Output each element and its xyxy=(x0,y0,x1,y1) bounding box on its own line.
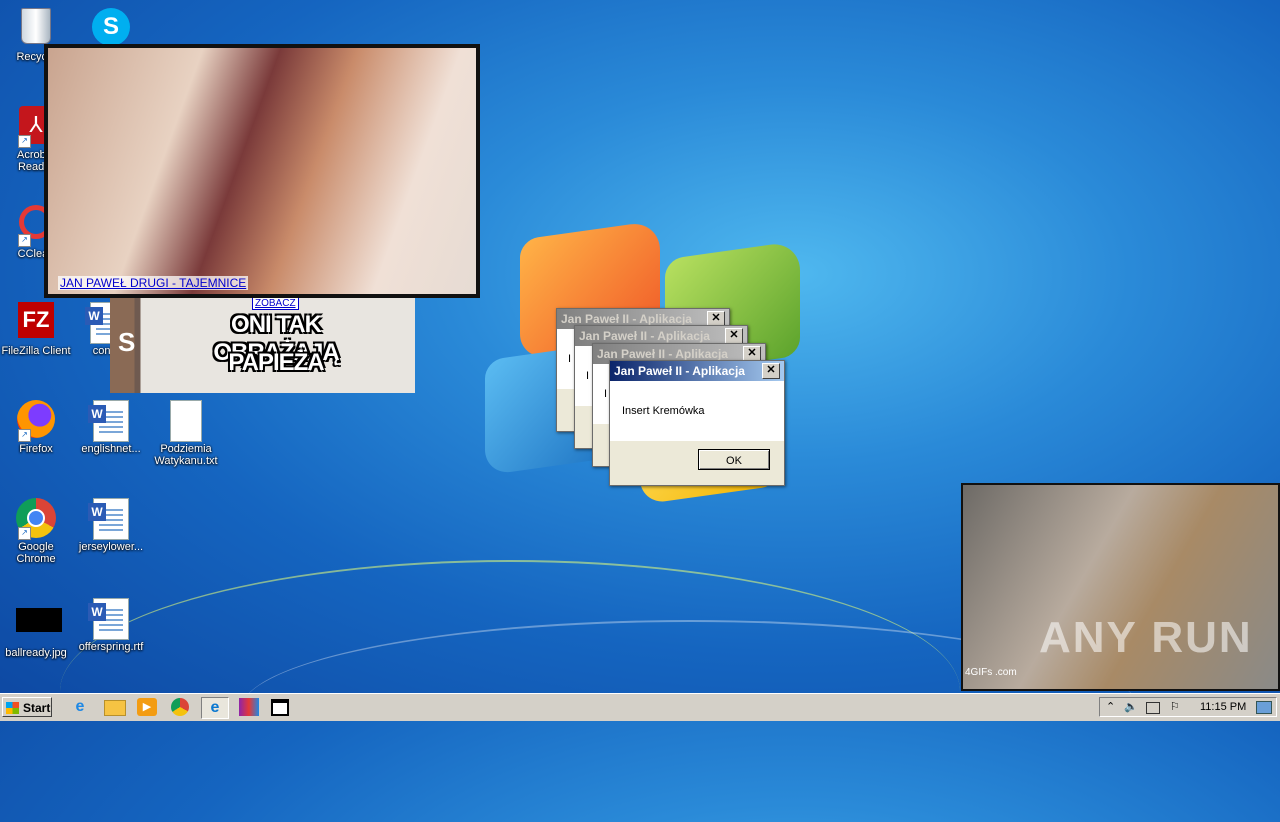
dialog-message: I xyxy=(568,353,572,365)
shortcut-arrow-icon: ↗ xyxy=(18,135,31,148)
shortcut-arrow-icon: ↗ xyxy=(18,429,31,442)
desktop-icon-label: englishnet... xyxy=(81,443,141,455)
desktop-icon-ballready[interactable]: ballready.jpg xyxy=(0,600,72,659)
popup-photo-window[interactable]: JAN PAWEŁ DRUGI - TAJEMNICE xyxy=(44,44,480,298)
desktop-icon-label: FileZilla Client xyxy=(1,345,71,357)
dialog-titlebar[interactable]: Jan Paweł II - Aplikacja ✕ xyxy=(610,361,784,381)
desktop-icon-filezilla[interactable]: FZ FileZilla Client xyxy=(0,302,72,357)
desktop-icon-chrome[interactable]: ↗ Google Chrome xyxy=(0,498,72,565)
desktop-icon-label: Google Chrome xyxy=(16,541,56,565)
anyrun-watermark: ANY RUN xyxy=(1039,613,1253,662)
show-desktop-icon[interactable] xyxy=(1256,701,1272,714)
dialog-message: Insert Kremówka xyxy=(622,405,705,417)
dialog-title: Jan Paweł II - Aplikacja xyxy=(614,364,745,378)
dialog-message: I xyxy=(586,370,590,382)
ie-icon[interactable]: e xyxy=(70,698,90,716)
start-label: Start xyxy=(23,701,51,715)
dialog-title: Jan Paweł II - Aplikacja xyxy=(579,329,710,343)
image-file-icon xyxy=(16,608,62,644)
popup-meme-caption-line2: PAPIEŻA xyxy=(228,349,324,376)
dialog-title: Jan Paweł II - Aplikacja xyxy=(561,312,692,326)
media-player-icon[interactable]: ▶ xyxy=(137,698,157,716)
desktop-icon-offerspring[interactable]: W offerspring.rtf xyxy=(75,598,147,653)
popup-meme-window[interactable]: S ONI TAK OBRAŻAJĄ PAPIEŻA ZOBACZ xyxy=(110,297,415,393)
chrome-taskbar-icon[interactable] xyxy=(171,698,189,716)
windows-flag-icon xyxy=(6,702,19,714)
ok-button[interactable]: OK xyxy=(698,449,770,470)
word-document-icon: W xyxy=(88,598,131,640)
edge-icon[interactable]: e xyxy=(201,697,229,719)
word-document-icon: W xyxy=(88,498,131,540)
filezilla-icon: FZ xyxy=(16,302,56,342)
recycle-bin-icon xyxy=(16,8,56,48)
start-button[interactable]: Start xyxy=(2,697,52,717)
network-icon[interactable] xyxy=(1146,702,1160,714)
desktop-icon-label: Podziemia Watykanu.txt xyxy=(154,443,218,467)
action-center-flag-icon[interactable]: ⚐ xyxy=(1170,700,1180,713)
popup-gif-window[interactable]: ANY RUN 4GIFs .com xyxy=(961,483,1280,691)
desktop-icon-englishnet[interactable]: W englishnet... xyxy=(75,400,147,455)
word-document-icon: W xyxy=(88,400,131,442)
firefox-icon: ↗ xyxy=(16,400,56,442)
popup-photo-caption-link[interactable]: JAN PAWEŁ DRUGI - TAJEMNICE xyxy=(58,276,249,290)
close-icon[interactable]: ✕ xyxy=(725,328,743,344)
window-app-icon[interactable] xyxy=(271,699,289,716)
chrome-icon: ↗ xyxy=(16,498,56,540)
desktop-icon-jerseylower[interactable]: W jerseylower... xyxy=(75,498,147,553)
shortcut-arrow-icon: ↗ xyxy=(18,234,31,247)
popup-side-text: S xyxy=(118,327,136,357)
skype-icon: S xyxy=(91,8,131,48)
dialog-title: Jan Paweł II - Aplikacja xyxy=(597,347,728,361)
desktop-icon-label: jerseylower... xyxy=(78,541,144,553)
dialog-message: I xyxy=(604,388,608,400)
message-dialog-active[interactable]: Jan Paweł II - Aplikacja ✕ Insert Kremów… xyxy=(609,360,785,486)
dialog-body: Insert Kremówka xyxy=(610,381,784,441)
popup-photo xyxy=(48,48,476,294)
text-file-icon xyxy=(166,400,206,442)
taskbar: Start e ▶ e ⌃ 🔈 ⚐ 11:15 PM xyxy=(0,693,1280,721)
zobacz-link[interactable]: ZOBACZ xyxy=(252,297,299,310)
system-tray: ⌃ 🔈 ⚐ 11:15 PM xyxy=(1099,697,1277,717)
shortcut-arrow-icon: ↗ xyxy=(18,527,31,540)
desktop-icon-podziemia[interactable]: Podziemia Watykanu.txt xyxy=(150,400,222,467)
clock[interactable]: 11:15 PM xyxy=(1200,701,1246,713)
desktop-icon-label: offerspring.rtf xyxy=(78,641,144,653)
volume-icon[interactable]: 🔈 xyxy=(1124,700,1138,713)
close-icon[interactable]: ✕ xyxy=(762,363,780,379)
desktop-icon-firefox[interactable]: ↗ Firefox xyxy=(0,400,72,455)
gifs-tag: 4GIFs .com xyxy=(965,667,1017,678)
explorer-folder-icon[interactable] xyxy=(104,700,126,716)
winrar-icon[interactable] xyxy=(239,698,259,716)
show-hidden-icons-icon[interactable]: ⌃ xyxy=(1106,700,1115,713)
desktop-icon-label: ballready.jpg xyxy=(5,647,67,659)
desktop-icon-label: Firefox xyxy=(19,443,53,455)
